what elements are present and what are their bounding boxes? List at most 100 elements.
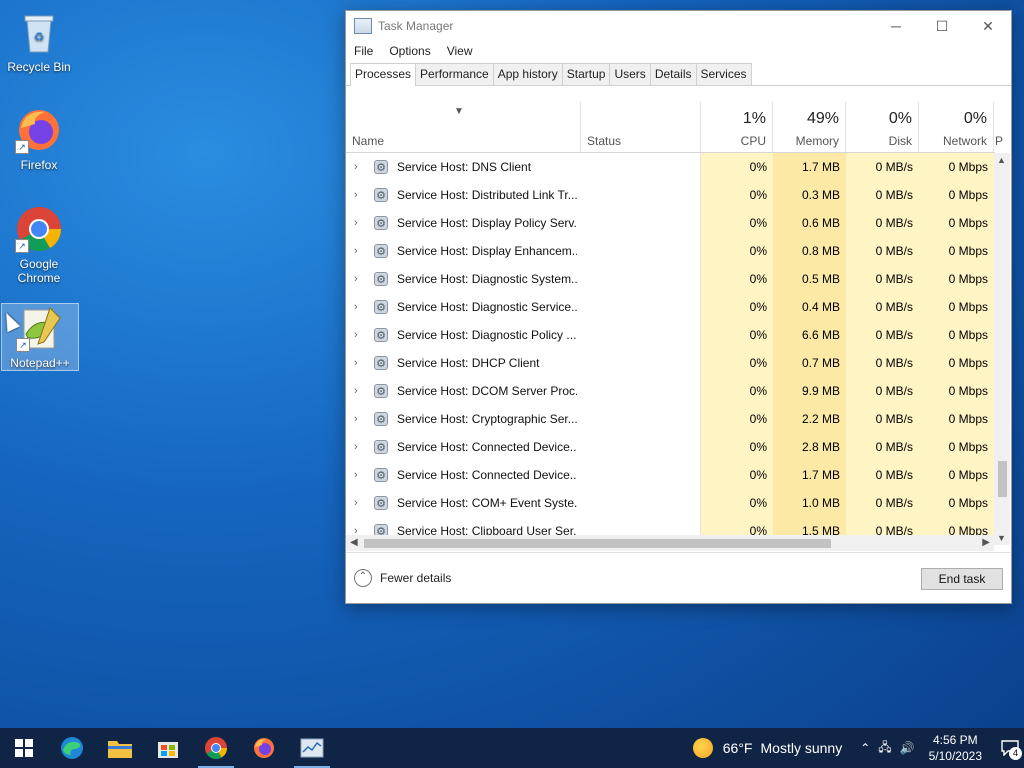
process-status: [581, 405, 701, 433]
chrome-icon: [205, 737, 227, 759]
expand-chevron-icon[interactable]: ›: [354, 293, 366, 321]
scroll-up-icon[interactable]: ▲: [997, 155, 1006, 165]
table-row[interactable]: › ⚙ Service Host: Display Policy Serv... 0%…: [346, 209, 994, 237]
tab-processes[interactable]: Processes: [350, 63, 417, 86]
shortcut-arrow-icon: ↗: [15, 140, 29, 154]
expand-chevron-icon[interactable]: ›: [354, 181, 366, 209]
process-network: 0 Mbps: [919, 153, 994, 181]
process-name: Service Host: Diagnostic Policy ...: [397, 328, 577, 342]
process-cpu: 0%: [701, 209, 773, 237]
table-row[interactable]: › ⚙ Service Host: Diagnostic Service... 0% 0…: [346, 293, 994, 321]
desktop-icon-recycle-bin[interactable]: ♻ Recycle Bin: [1, 8, 77, 74]
chevron-up-icon[interactable]: ⌃: [860, 741, 870, 755]
expand-chevron-icon[interactable]: ›: [354, 489, 366, 517]
end-task-button[interactable]: End task: [921, 568, 1003, 590]
vertical-scrollbar[interactable]: ▲ ▼: [994, 153, 1010, 545]
network-icon[interactable]: 🖧: [878, 738, 891, 759]
menu-view[interactable]: View: [447, 44, 473, 58]
taskbar-chrome-button[interactable]: [192, 728, 240, 768]
desktop-icon-google-chrome[interactable]: ↗ Google Chrome: [1, 205, 77, 285]
horizontal-scroll-thumb[interactable]: [364, 539, 831, 548]
process-cpu: 0%: [701, 153, 773, 181]
taskbar-store-button[interactable]: [144, 728, 192, 768]
table-row[interactable]: › ⚙ Service Host: Display Enhancem... 0% 0.8…: [346, 237, 994, 265]
weather-widget[interactable]: 66°F Mostly sunny: [692, 738, 842, 758]
table-row[interactable]: › ⚙ Service Host: Diagnostic System... 0% 0.…: [346, 265, 994, 293]
service-gear-icon: ⚙: [374, 300, 388, 314]
desktop-icon-firefox[interactable]: ↗ Firefox: [1, 106, 77, 172]
folder-icon: [108, 741, 132, 758]
scroll-left-icon[interactable]: ◀: [350, 537, 358, 548]
tab-services[interactable]: Services: [695, 63, 752, 85]
minimize-button[interactable]: ─: [873, 11, 919, 41]
table-row[interactable]: › ⚙ Service Host: DNS Client 0% 1.7 MB 0 MB/s…: [346, 153, 994, 181]
table-row[interactable]: › ⚙ Service Host: DCOM Server Proc... 0% 9.9…: [346, 377, 994, 405]
menu-bar: File Options View: [346, 41, 1011, 61]
process-name: Service Host: DNS Client: [397, 160, 532, 174]
process-status: [581, 321, 701, 349]
tab-users[interactable]: Users: [609, 63, 651, 85]
column-name[interactable]: ▼ Name: [346, 102, 581, 152]
process-cpu: 0%: [701, 405, 773, 433]
taskbar-file-explorer-button[interactable]: [96, 728, 144, 768]
expand-chevron-icon[interactable]: ›: [354, 237, 366, 265]
shortcut-arrow-icon: ↗: [16, 338, 30, 352]
expand-chevron-icon[interactable]: ›: [354, 153, 366, 181]
expand-chevron-icon[interactable]: ›: [354, 321, 366, 349]
start-button[interactable]: [0, 728, 48, 768]
table-row[interactable]: › ⚙ Service Host: Connected Device... 0% 2.8…: [346, 433, 994, 461]
table-row[interactable]: › ⚙ Service Host: Distributed Link Tr... 0%…: [346, 181, 994, 209]
column-memory[interactable]: 49% Memory: [773, 102, 846, 152]
tab-startup[interactable]: Startup: [561, 63, 611, 85]
expand-chevron-icon[interactable]: ›: [354, 377, 366, 405]
table-row[interactable]: › ⚙ Service Host: DHCP Client 0% 0.7 MB 0 MB/…: [346, 349, 994, 377]
expand-chevron-icon[interactable]: ›: [354, 405, 366, 433]
process-status: [581, 433, 701, 461]
column-disk[interactable]: 0% Disk: [846, 102, 919, 152]
tab-app-history[interactable]: App history: [492, 63, 563, 85]
service-gear-icon: ⚙: [374, 384, 388, 398]
table-row[interactable]: › ⚙ Service Host: COM+ Event Syste... 0% 1.0…: [346, 489, 994, 517]
title-bar[interactable]: Task Manager ─ ☐ ✕: [346, 11, 1011, 41]
notification-center-button[interactable]: 4: [996, 728, 1024, 768]
scroll-right-icon[interactable]: ▶: [982, 537, 990, 548]
weather-temp: 66°F: [722, 740, 753, 756]
tray-icons: ⌃ 🖧 🔊: [856, 738, 918, 759]
process-disk: 0 MB/s: [846, 265, 919, 293]
taskbar-task-manager-button[interactable]: [288, 728, 336, 768]
expand-chevron-icon[interactable]: ›: [354, 433, 366, 461]
column-network[interactable]: 0% Network: [919, 102, 994, 152]
tab-details[interactable]: Details: [649, 63, 697, 85]
vertical-scroll-thumb[interactable]: [998, 461, 1007, 497]
process-disk: 0 MB/s: [846, 293, 919, 321]
column-status[interactable]: Status: [581, 102, 701, 152]
taskbar-edge-button[interactable]: [48, 728, 96, 768]
scroll-down-icon[interactable]: ▼: [997, 533, 1006, 543]
menu-file[interactable]: File: [354, 44, 373, 58]
tab-performance[interactable]: Performance: [415, 63, 494, 85]
expand-chevron-icon[interactable]: ›: [354, 209, 366, 237]
expand-chevron-icon[interactable]: ›: [354, 265, 366, 293]
process-network: 0 Mbps: [919, 265, 994, 293]
process-memory: 0.5 MB: [773, 265, 846, 293]
clock[interactable]: 4:56 PM 5/10/2023: [929, 732, 982, 764]
expand-chevron-icon[interactable]: ›: [354, 349, 366, 377]
process-name: Service Host: Display Enhancem...: [397, 244, 577, 258]
table-row[interactable]: › ⚙ Service Host: Cryptographic Ser... 0% 2.…: [346, 405, 994, 433]
expand-chevron-icon[interactable]: ›: [354, 461, 366, 489]
process-memory: 1.7 MB: [773, 461, 846, 489]
taskbar-firefox-button[interactable]: [240, 728, 288, 768]
close-button[interactable]: ✕: [965, 11, 1011, 41]
table-row[interactable]: › ⚙ Service Host: Diagnostic Policy ... 0% 6…: [346, 321, 994, 349]
process-disk: 0 MB/s: [846, 461, 919, 489]
maximize-button[interactable]: ☐: [919, 11, 965, 41]
fewer-details-button[interactable]: ⌃ Fewer details: [354, 569, 451, 587]
horizontal-scrollbar[interactable]: ◀ ▶: [346, 535, 994, 551]
table-row[interactable]: › ⚙ Service Host: Connected Device... 0% 1.7…: [346, 461, 994, 489]
process-network: 0 Mbps: [919, 321, 994, 349]
process-status: [581, 153, 701, 181]
menu-options[interactable]: Options: [389, 44, 430, 58]
column-power[interactable]: P: [994, 102, 1004, 152]
volume-icon[interactable]: 🔊: [900, 741, 915, 755]
column-cpu[interactable]: 1% CPU: [701, 102, 773, 152]
